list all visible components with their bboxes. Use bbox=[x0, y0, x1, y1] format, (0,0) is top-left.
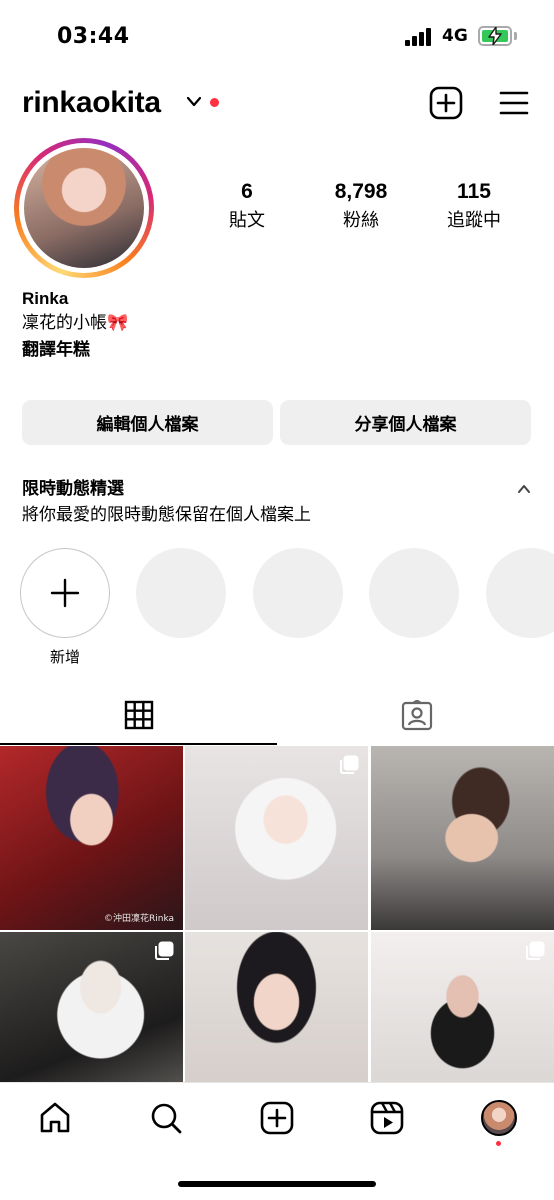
share-profile-button[interactable]: 分享個人檔案 bbox=[280, 400, 531, 445]
multiple-photos-icon bbox=[340, 755, 359, 774]
profile-header: rinkaokita bbox=[0, 78, 554, 128]
network-label: 4G bbox=[442, 26, 468, 46]
stat-following-label: 追蹤中 bbox=[447, 210, 501, 231]
search-icon[interactable] bbox=[149, 1101, 183, 1135]
signal-icon bbox=[405, 28, 435, 46]
grid-icon bbox=[124, 700, 154, 730]
create-icon[interactable] bbox=[260, 1101, 294, 1135]
multiple-photos-icon bbox=[526, 941, 545, 960]
reels-icon[interactable] bbox=[370, 1101, 404, 1135]
multiple-photos-icon bbox=[155, 941, 174, 960]
stat-followers[interactable]: 8,798 粉絲 bbox=[311, 180, 411, 232]
home-indicator bbox=[178, 1181, 376, 1187]
new-highlight-button[interactable] bbox=[20, 548, 110, 638]
status-time: 03:44 bbox=[57, 24, 130, 49]
display-name: Rinka bbox=[22, 289, 69, 308]
stat-followers-label: 粉絲 bbox=[343, 210, 379, 231]
highlight-placeholder bbox=[369, 548, 459, 638]
battery-cap bbox=[514, 32, 517, 40]
highlight-placeholder bbox=[136, 548, 226, 638]
highlights-subtitle: 將你最愛的限時動態保留在個人檔案上 bbox=[22, 505, 311, 525]
profile-avatar bbox=[24, 148, 144, 268]
profile-bio: Rinka 凜花的小帳🎀 翻譯年糕 bbox=[22, 288, 128, 364]
chevron-down-icon[interactable] bbox=[186, 96, 202, 108]
highlight-placeholder bbox=[486, 548, 554, 638]
notification-dot bbox=[496, 1141, 501, 1146]
post-watermark: ©沖田凜花Rinka bbox=[104, 914, 175, 924]
post-thumbnail[interactable]: ©沖田凜花Rinka bbox=[0, 746, 183, 930]
username[interactable]: rinkaokita bbox=[22, 86, 161, 120]
new-highlight-label: 新增 bbox=[49, 648, 80, 666]
highlights-title: 限時動態精選 bbox=[22, 479, 124, 499]
profile-avatar-nav[interactable] bbox=[481, 1100, 517, 1136]
post-thumbnail[interactable] bbox=[371, 746, 554, 930]
new-post-icon[interactable] bbox=[429, 86, 463, 120]
plus-icon bbox=[50, 578, 80, 608]
stat-posts[interactable]: 6 貼文 bbox=[197, 180, 297, 232]
tab-tagged[interactable] bbox=[277, 694, 554, 746]
home-icon[interactable] bbox=[38, 1101, 72, 1135]
status-bar: 03:44 4G bbox=[0, 0, 554, 72]
edit-profile-button[interactable]: 編輯個人檔案 bbox=[22, 400, 273, 445]
stat-posts-count: 6 bbox=[241, 180, 253, 203]
tab-posts-grid[interactable] bbox=[0, 694, 277, 746]
highlight-placeholder bbox=[253, 548, 343, 638]
profile-avatar-border bbox=[19, 143, 149, 273]
bio-line: 凜花的小帳🎀 bbox=[22, 313, 129, 333]
notification-dot bbox=[210, 98, 219, 107]
active-tab-indicator bbox=[0, 743, 277, 745]
post-thumbnail[interactable] bbox=[185, 746, 368, 930]
profile-avatar-ring[interactable] bbox=[14, 138, 154, 278]
charging-icon bbox=[488, 27, 502, 45]
menu-icon[interactable] bbox=[499, 90, 529, 116]
bio-line: 翻譯年糕 bbox=[22, 340, 90, 360]
tagged-icon bbox=[401, 700, 433, 731]
chevron-up-icon[interactable] bbox=[517, 484, 531, 494]
stat-followers-count: 8,798 bbox=[334, 180, 388, 203]
stat-following[interactable]: 115 追蹤中 bbox=[424, 180, 524, 232]
stat-following-count: 115 bbox=[457, 180, 491, 203]
stat-posts-label: 貼文 bbox=[229, 210, 265, 231]
